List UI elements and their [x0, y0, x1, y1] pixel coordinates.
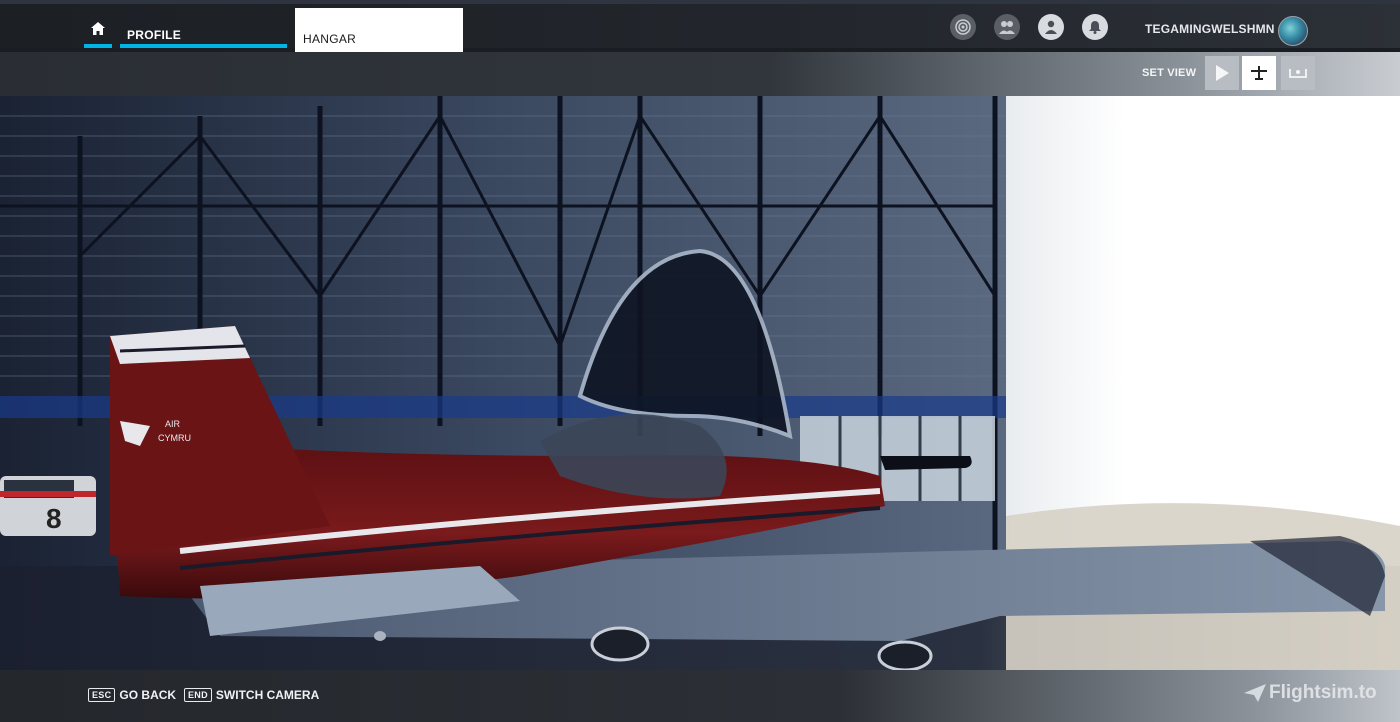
- aircraft-icon: [1251, 66, 1267, 80]
- tail-text-air: AIR: [165, 419, 181, 429]
- tab-profile[interactable]: PROFILE: [120, 22, 287, 48]
- rings-button[interactable]: [950, 14, 976, 40]
- aircraft-view-button[interactable]: [1242, 56, 1276, 90]
- profile-button[interactable]: [1038, 14, 1064, 40]
- esc-key-badge: ESC: [88, 688, 116, 702]
- tab-hangar[interactable]: HANGAR: [295, 8, 463, 52]
- view-toolbar: SET VIEW: [0, 52, 1400, 96]
- notifications-icon: [1089, 21, 1101, 34]
- end-key-badge: END: [184, 688, 212, 702]
- watermark-text: Flightsim.to: [1269, 682, 1377, 703]
- home-tab-indicator: [84, 44, 112, 48]
- tab-hangar-label: HANGAR: [303, 32, 357, 46]
- home-tab[interactable]: [84, 22, 112, 48]
- rings-icon: [955, 19, 971, 35]
- header-icon-group: [950, 14, 1114, 40]
- play-view-button[interactable]: [1205, 56, 1239, 90]
- background-vehicle: 8: [0, 476, 96, 536]
- bottom-hint-bar: ESC GO BACK END SWITCH CAMERA Flightsim.…: [0, 670, 1400, 722]
- hangar-scene-illustration: 8 AIR CYMRU: [0, 96, 1400, 670]
- hangar-aircraft-view[interactable]: 8 AIR CYMRU: [0, 96, 1400, 670]
- username[interactable]: TEGAMINGWELSHMN: [1145, 22, 1275, 36]
- home-icon: [91, 22, 105, 40]
- notifications-button[interactable]: [1082, 14, 1108, 40]
- vehicle-number: 8: [46, 503, 62, 534]
- friends-icon: [999, 21, 1015, 34]
- play-icon: [1216, 65, 1229, 81]
- set-view-label: SET VIEW: [1142, 67, 1197, 79]
- go-back-label: GO BACK: [119, 688, 177, 702]
- paper-plane-icon: [1244, 684, 1266, 702]
- tab-profile-indicator: [120, 44, 287, 48]
- flightsim-watermark: Flightsim.to: [1244, 682, 1377, 704]
- friends-button[interactable]: [994, 14, 1020, 40]
- wings-icon: [1289, 69, 1307, 78]
- go-back-hint[interactable]: ESC GO BACK: [88, 688, 176, 702]
- tab-profile-label: PROFILE: [127, 28, 182, 42]
- profile-icon: [1045, 20, 1057, 34]
- switch-camera-label: SWITCH CAMERA: [215, 688, 320, 702]
- wings-view-button[interactable]: [1281, 56, 1315, 90]
- tail-text-cymru: CYMRU: [158, 433, 191, 443]
- avatar[interactable]: [1278, 16, 1308, 46]
- switch-camera-hint[interactable]: END SWITCH CAMERA: [184, 688, 319, 702]
- top-navigation-bar: PROFILE HANGAR TEGAMINGWELSHMN: [0, 0, 1400, 52]
